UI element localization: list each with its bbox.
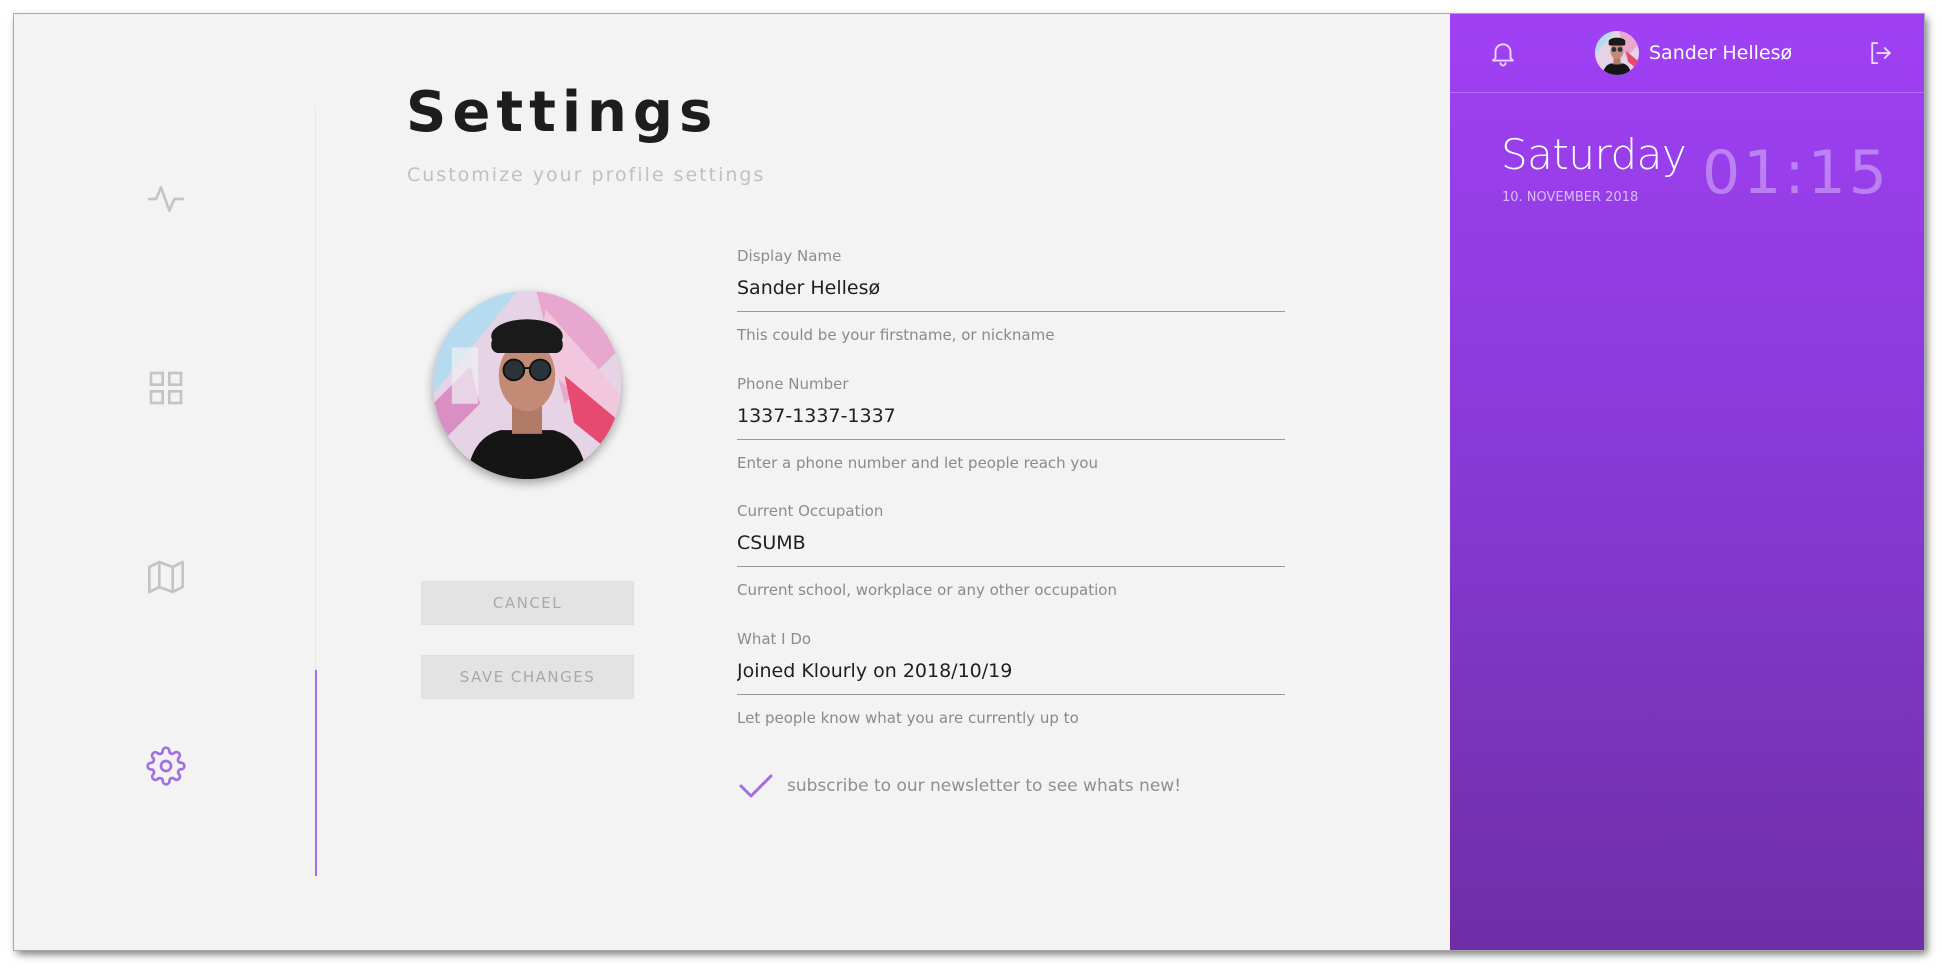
nav-grid-icon[interactable] bbox=[146, 368, 186, 408]
what-i-do-input[interactable] bbox=[737, 660, 1285, 695]
page-subtitle: Customize your profile settings bbox=[407, 164, 766, 186]
occupation-field: Current Occupation Current school, workp… bbox=[737, 502, 1285, 599]
what-i-do-help: Let people know what you are currently u… bbox=[737, 709, 1079, 727]
occupation-label: Current Occupation bbox=[737, 502, 884, 520]
what-i-do-label: What I Do bbox=[737, 630, 812, 648]
avatar bbox=[1595, 31, 1639, 75]
user-profile-chip[interactable]: Sander Hellesø bbox=[1595, 31, 1792, 75]
what-i-do-field: What I Do Let people know what you are c… bbox=[737, 630, 1285, 727]
app-window: Settings Customize your profile settings… bbox=[14, 14, 1924, 950]
date-label: 10. NOVEMBER 2018 bbox=[1502, 190, 1639, 205]
phone-help: Enter a phone number and let people reac… bbox=[737, 454, 1098, 472]
display-name-help: This could be your firstname, or nicknam… bbox=[737, 326, 1055, 344]
newsletter-label: subscribe to our newsletter to see whats… bbox=[787, 776, 1182, 796]
bell-icon[interactable] bbox=[1488, 38, 1518, 68]
logout-icon[interactable] bbox=[1866, 38, 1896, 68]
topbar-divider bbox=[1450, 92, 1924, 93]
display-name-label: Display Name bbox=[737, 247, 842, 265]
right-panel: Sander Hellesø Saturday 10. NOVEMBER 201… bbox=[1450, 14, 1924, 950]
phone-label: Phone Number bbox=[737, 375, 849, 393]
display-name-field: Display Name This could be your firstnam… bbox=[737, 247, 1285, 344]
cancel-button[interactable]: CANCEL bbox=[421, 581, 634, 625]
phone-field: Phone Number Enter a phone number and le… bbox=[737, 375, 1285, 472]
user-name: Sander Hellesø bbox=[1649, 42, 1793, 64]
nav-activity-icon[interactable] bbox=[146, 179, 186, 219]
nav-active-indicator bbox=[315, 670, 317, 876]
phone-input[interactable] bbox=[737, 405, 1285, 440]
clock-time: 01:15 bbox=[1702, 138, 1890, 208]
display-name-input[interactable] bbox=[737, 277, 1285, 312]
nav-map-icon[interactable] bbox=[146, 557, 186, 597]
page-title: Settings bbox=[406, 80, 719, 145]
profile-avatar[interactable] bbox=[433, 291, 621, 479]
occupation-help: Current school, workplace or any other o… bbox=[737, 581, 1117, 599]
nav-gear-icon[interactable] bbox=[146, 746, 186, 786]
day-label: Saturday bbox=[1501, 130, 1687, 179]
occupation-input[interactable] bbox=[737, 532, 1285, 567]
checkmark-icon bbox=[739, 774, 773, 798]
newsletter-checkbox[interactable]: subscribe to our newsletter to see whats… bbox=[737, 770, 1181, 802]
save-changes-button[interactable]: SAVE CHANGES bbox=[421, 655, 634, 699]
